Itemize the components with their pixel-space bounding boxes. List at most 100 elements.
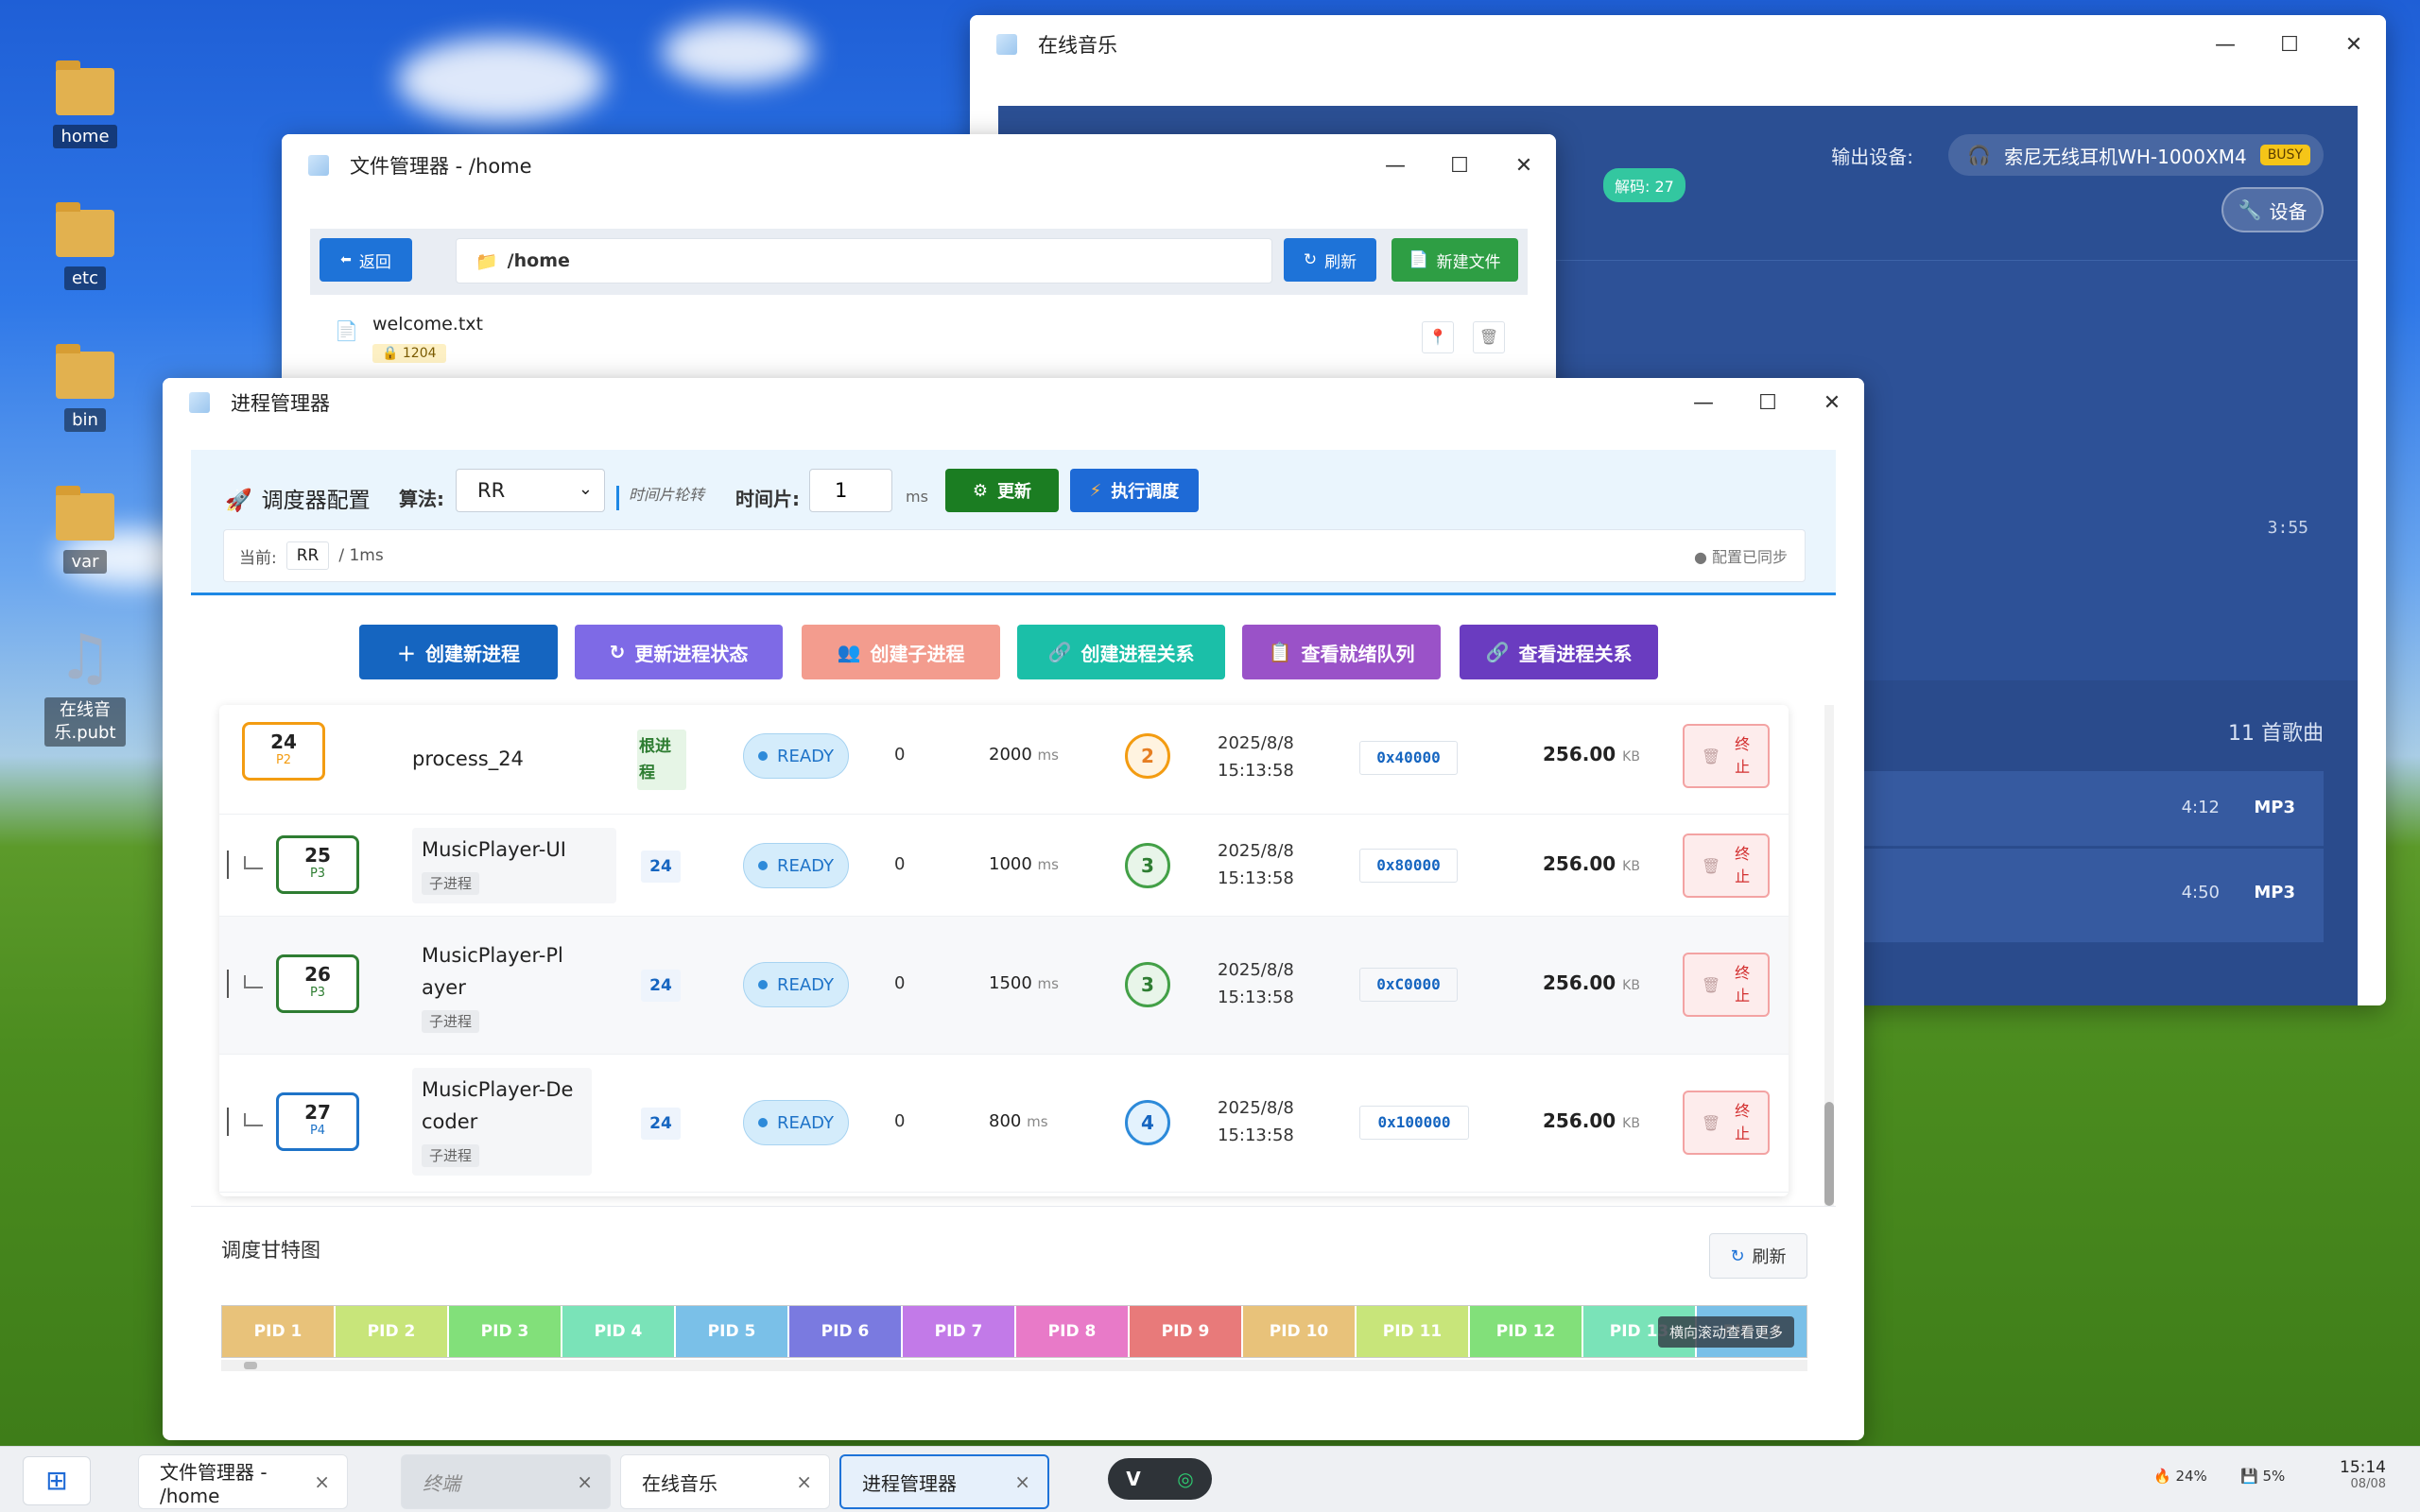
tree-connector bbox=[227, 850, 263, 879]
table-row[interactable]: 24 P2 process_24 根进程 READY 0 2000 ms 2 2… bbox=[219, 705, 1789, 815]
algorithm-select[interactable]: RR ⌄ bbox=[456, 469, 605, 512]
clock-time: 15:14 bbox=[2340, 1458, 2386, 1477]
delete-button[interactable]: 🗑 bbox=[1473, 321, 1505, 353]
tray-widget[interactable]: V ◎ bbox=[1108, 1458, 1212, 1500]
close-icon[interactable]: × bbox=[796, 1470, 812, 1493]
parent-pid: 24 bbox=[641, 970, 681, 1002]
refresh-button[interactable]: ↻ 刷新 bbox=[1284, 238, 1376, 282]
slice-label: 时间片: bbox=[735, 488, 800, 510]
grid-icon: ⊞ bbox=[45, 1465, 68, 1496]
burst-value: 1500 bbox=[989, 973, 1032, 993]
folder-icon bbox=[56, 202, 114, 257]
trash-icon: 🗑 bbox=[1701, 975, 1721, 994]
gantt-chart[interactable]: PID 1 PID 2 PID 3 PID 4 PID 5 PID 6 PID 7 PID 8… bbox=[221, 1305, 1807, 1358]
decode-badge: 解码: 27 bbox=[1603, 168, 1685, 202]
terminate-button[interactable]: 🗑 终止 bbox=[1683, 724, 1770, 788]
back-button[interactable]: ⬅ 返回 bbox=[320, 238, 412, 282]
update-status-button[interactable]: ↻ 更新进程状态 bbox=[575, 625, 783, 679]
gantt-cell: PID 11 bbox=[1357, 1306, 1470, 1357]
desktop-icon-etc[interactable]: etc bbox=[38, 202, 132, 290]
output-device-selector[interactable]: 🎧 索尼无线耳机WH-1000XM4 BUSY bbox=[1948, 134, 2324, 176]
pin-button[interactable]: 📍 bbox=[1422, 321, 1454, 353]
maximize-button[interactable]: ☐ bbox=[1736, 391, 1800, 415]
minimize-button[interactable]: — bbox=[2193, 33, 2257, 57]
close-icon[interactable]: × bbox=[314, 1470, 330, 1493]
desktop-icon-label: bin bbox=[64, 408, 106, 432]
new-file-button[interactable]: 📄 新建文件 bbox=[1392, 238, 1518, 282]
flame-icon: 🔥 bbox=[2153, 1468, 2171, 1485]
file-icon: 📄 bbox=[335, 319, 358, 342]
task-label: 在线音乐 bbox=[642, 1471, 717, 1495]
vertical-scrollbar[interactable] bbox=[1824, 705, 1834, 1206]
task-terminal[interactable]: 终端 × bbox=[401, 1454, 611, 1509]
v-logo-icon: V bbox=[1126, 1468, 1141, 1490]
maximize-button[interactable]: ☐ bbox=[1427, 154, 1492, 178]
pid-number: 24 bbox=[270, 730, 297, 753]
refresh-icon: ↻ bbox=[1730, 1246, 1745, 1266]
music-note-icon: ♫ bbox=[57, 621, 113, 694]
terminate-button[interactable]: 🗑 终止 bbox=[1683, 953, 1770, 1017]
new-file-label: 新建文件 bbox=[1436, 252, 1501, 272]
terminate-button[interactable]: 🗑 终止 bbox=[1683, 833, 1770, 898]
desktop-icon-label: 在线音乐.pubt bbox=[44, 697, 126, 747]
gear-icon: ⚙ bbox=[972, 480, 989, 501]
create-time: 2025/8/8 15:13:58 bbox=[1218, 730, 1294, 784]
run-schedule-button[interactable]: ⚡ 执行调度 bbox=[1070, 469, 1199, 512]
create-process-button[interactable]: ＋ 创建新进程 bbox=[359, 625, 558, 679]
close-icon[interactable]: × bbox=[1014, 1470, 1030, 1493]
create-relation-button[interactable]: 🔗 创建进程关系 bbox=[1017, 625, 1225, 679]
terminate-button[interactable]: 🗑 终止 bbox=[1683, 1091, 1770, 1155]
tree-connector bbox=[227, 1108, 263, 1136]
gantt-cell: PID 7 bbox=[903, 1306, 1016, 1357]
window-title: 进程管理器 bbox=[231, 392, 330, 415]
task-file-manager[interactable]: 文件管理器 - /home × bbox=[138, 1454, 348, 1509]
titlebar: 进程管理器 — ☐ ✕ bbox=[163, 378, 1864, 427]
child-tag: 子进程 bbox=[422, 1010, 480, 1033]
current-label: 当前: bbox=[239, 548, 277, 568]
action-bar: ＋ 创建新进程 ↻ 更新进程状态 👥 创建子进程 🔗 创建进程关系 📋 查看就绪队列 🔗 查… bbox=[359, 625, 1834, 679]
task-process-manager[interactable]: 进程管理器 × bbox=[839, 1454, 1049, 1509]
maximize-button[interactable]: ☐ bbox=[2257, 33, 2322, 57]
close-button[interactable]: ✕ bbox=[2322, 33, 2386, 57]
gantt-refresh-button[interactable]: ↻ 刷新 bbox=[1709, 1233, 1807, 1279]
memory-value: 256.00 bbox=[1543, 743, 1616, 765]
view-relations-button[interactable]: 🔗 查看进程关系 bbox=[1460, 625, 1658, 679]
cpu-value: 24% bbox=[2175, 1468, 2207, 1485]
gantt-cell: PID 6 bbox=[789, 1306, 903, 1357]
desktop-icon-bin[interactable]: bin bbox=[38, 344, 132, 432]
device-settings-button[interactable]: 🔧 设备 bbox=[2221, 187, 2324, 232]
target-icon: ◎ bbox=[1177, 1468, 1194, 1490]
algorithm-value: RR bbox=[477, 479, 506, 502]
horizontal-scrollbar[interactable] bbox=[221, 1360, 1807, 1371]
table-row[interactable]: 27 P4 MusicPlayer-Decoder 子进程 24 READY 0… bbox=[219, 1055, 1789, 1193]
task-music[interactable]: 在线音乐 × bbox=[620, 1454, 830, 1509]
table-row[interactable]: 26 P3 MusicPlayer-Player 子进程 24 READY 0 … bbox=[219, 917, 1789, 1055]
desktop-icon-var[interactable]: var bbox=[38, 486, 132, 574]
desktop-icon-home[interactable]: home bbox=[38, 60, 132, 148]
file-row[interactable]: 📄 welcome.txt 🔒 1204 📍 🗑 bbox=[310, 295, 1528, 380]
priority-circle: 3 bbox=[1125, 843, 1170, 888]
scrollbar-thumb[interactable] bbox=[1824, 1102, 1834, 1206]
burst-time: 1000 ms bbox=[989, 854, 1059, 874]
action-label: 查看进程关系 bbox=[1518, 642, 1633, 665]
minimize-button[interactable]: — bbox=[1671, 391, 1736, 415]
pid-badge: 26 P3 bbox=[276, 954, 359, 1013]
run-count: 0 bbox=[894, 973, 906, 993]
file-toolbar: ⬅ 返回 📁 /home ↻ 刷新 📄 新建文件 bbox=[310, 229, 1528, 295]
start-button[interactable]: ⊞ bbox=[23, 1456, 91, 1505]
close-button[interactable]: ✕ bbox=[1492, 154, 1556, 178]
ready-queue-button[interactable]: 📋 查看就绪队列 bbox=[1242, 625, 1441, 679]
update-config-button[interactable]: ⚙ 更新 bbox=[945, 469, 1059, 512]
status-badge: READY bbox=[743, 843, 849, 888]
pid-badge: 24 P2 bbox=[242, 722, 325, 781]
table-row[interactable]: 25 P3 MusicPlayer-UI 子进程 24 READY 0 1000… bbox=[219, 815, 1789, 917]
desktop-icon-music[interactable]: ♫ 在线音乐.pubt bbox=[38, 627, 132, 747]
path-field[interactable]: 📁 /home bbox=[456, 238, 1272, 284]
create-clock: 15:13:58 bbox=[1218, 761, 1294, 781]
close-icon[interactable]: × bbox=[577, 1470, 593, 1493]
memory-size: 256.00 KB bbox=[1543, 1109, 1640, 1132]
minimize-button[interactable]: — bbox=[1363, 154, 1427, 178]
slice-input[interactable]: 1 bbox=[809, 469, 892, 512]
close-button[interactable]: ✕ bbox=[1800, 391, 1864, 415]
create-child-button[interactable]: 👥 创建子进程 bbox=[802, 625, 1000, 679]
